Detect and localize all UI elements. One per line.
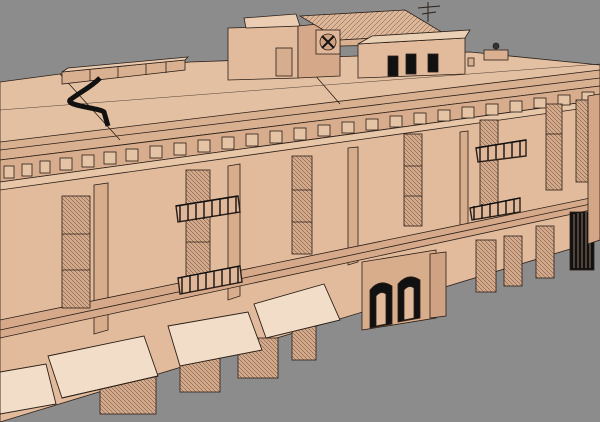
3d-viewport[interactable] (0, 0, 600, 422)
corner-wall (587, 93, 600, 245)
building-model (0, 0, 600, 422)
